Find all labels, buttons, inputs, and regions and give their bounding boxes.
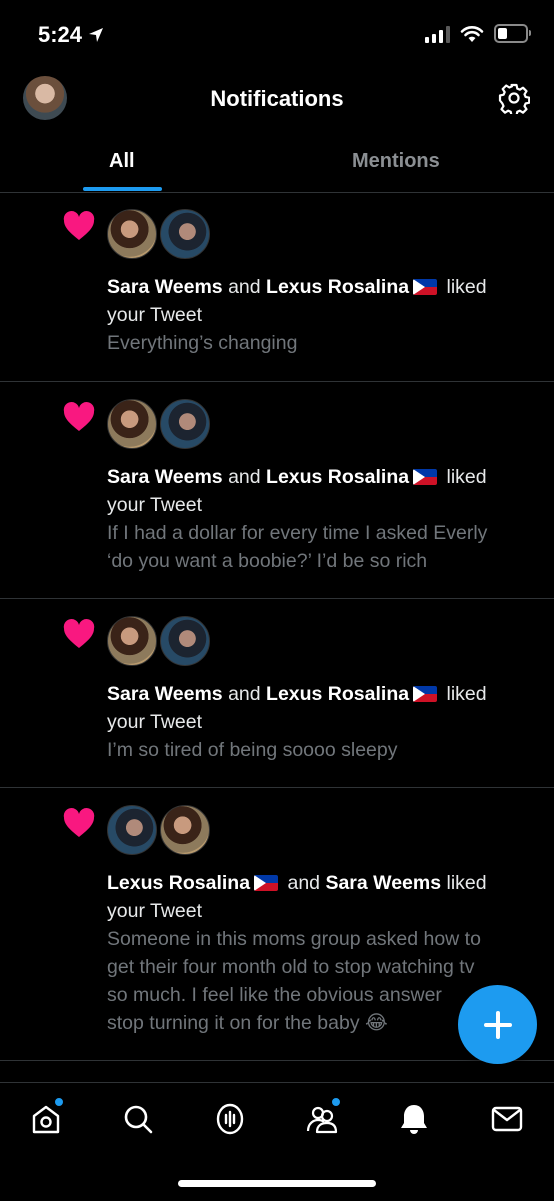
tab-bar: All Mentions bbox=[0, 140, 554, 193]
avatar-lexus-rosalina[interactable] bbox=[160, 209, 210, 259]
status-bar: 5:24 bbox=[0, 0, 554, 64]
user-name[interactable]: Sara Weems bbox=[107, 466, 223, 488]
tweet-preview-line: get their four month old to stop watchin… bbox=[107, 956, 475, 978]
tweet-preview-line: If I had a dollar for every time I asked… bbox=[107, 522, 488, 544]
wifi-icon bbox=[460, 25, 484, 42]
object-text: your Tweet bbox=[107, 900, 203, 922]
notification-text: Sara Weems and Lexus Rosalina liked your… bbox=[107, 680, 524, 764]
location-arrow-icon bbox=[89, 28, 104, 42]
philippines-flag-icon bbox=[413, 279, 438, 295]
search-icon bbox=[124, 1105, 153, 1134]
compose-tweet-button[interactable] bbox=[458, 985, 537, 1064]
notification-item[interactable]: Sara Weems and Lexus Rosalina liked your… bbox=[0, 193, 554, 382]
notification-item[interactable]: Sara Weems and Lexus Rosalina liked your… bbox=[0, 382, 554, 599]
object-text: your Tweet bbox=[107, 711, 203, 733]
header: Notifications bbox=[0, 70, 554, 128]
connector-text: and bbox=[228, 683, 261, 705]
settings-gear-icon[interactable] bbox=[498, 82, 530, 114]
user-name[interactable]: Sara Weems bbox=[107, 683, 223, 705]
nav-search[interactable] bbox=[120, 1101, 156, 1137]
battery-icon bbox=[494, 24, 531, 43]
notification-text: Sara Weems and Lexus Rosalina liked your… bbox=[107, 463, 524, 575]
plus-icon bbox=[483, 1010, 512, 1039]
notification-item[interactable]: Sara Weems and Lexus Rosalina liked your… bbox=[0, 599, 554, 788]
heart-icon bbox=[63, 808, 95, 837]
user-name[interactable]: Lexus Rosalina bbox=[266, 276, 409, 298]
nav-communities[interactable] bbox=[304, 1096, 342, 1137]
connector-text: and bbox=[228, 466, 261, 488]
user-name[interactable]: Lexus Rosalina bbox=[266, 466, 409, 488]
avatar-sara-weems[interactable] bbox=[107, 209, 157, 259]
connector-text: and bbox=[228, 276, 261, 298]
page-title: Notifications bbox=[210, 86, 344, 111]
object-text: your Tweet bbox=[107, 304, 203, 326]
object-text: your Tweet bbox=[107, 494, 203, 516]
action-text: liked bbox=[446, 872, 487, 894]
avatar-sara-weems[interactable] bbox=[107, 616, 157, 666]
heart-icon bbox=[63, 402, 95, 431]
heart-icon bbox=[63, 619, 95, 648]
status-time-text: 5:24 bbox=[38, 22, 83, 47]
philippines-flag-icon bbox=[254, 875, 279, 891]
new-content-dot bbox=[53, 1096, 65, 1108]
philippines-flag-icon bbox=[413, 469, 438, 485]
connector-text: and bbox=[287, 872, 321, 894]
heart-icon bbox=[63, 211, 95, 240]
messages-icon bbox=[491, 1106, 523, 1132]
tweet-preview-line: ‘do you want a boobie?’ I’d be so rich bbox=[107, 550, 428, 572]
avatar-sara-weems[interactable] bbox=[160, 805, 210, 855]
nav-messages[interactable] bbox=[489, 1101, 525, 1137]
avatar-lexus-rosalina[interactable] bbox=[160, 616, 210, 666]
tweet-preview-line: I’m so tired of being soooo sleepy bbox=[107, 739, 398, 761]
liker-avatars bbox=[107, 399, 210, 449]
notification-text: Sara Weems and Lexus Rosalina liked your… bbox=[107, 273, 524, 357]
new-content-dot bbox=[330, 1096, 342, 1108]
nav-notifications[interactable] bbox=[396, 1101, 432, 1137]
liker-avatars bbox=[107, 209, 210, 259]
spaces-icon bbox=[216, 1103, 244, 1135]
tweet-preview-line: so much. I feel like the obvious answer bbox=[107, 984, 442, 1006]
user-name[interactable]: Lexus Rosalina bbox=[107, 872, 250, 894]
tweet-preview-line: Everything’s changing bbox=[107, 332, 298, 354]
tweet-preview-line: Someone in this moms group asked how to bbox=[107, 928, 481, 950]
action-text: liked bbox=[446, 466, 487, 488]
avatar-lexus-rosalina[interactable] bbox=[107, 805, 157, 855]
liker-avatars bbox=[107, 805, 210, 855]
user-name[interactable]: Sara Weems bbox=[325, 872, 441, 894]
notifications-icon bbox=[401, 1105, 427, 1134]
active-tab-indicator bbox=[83, 187, 162, 191]
tab-all[interactable]: All bbox=[109, 150, 135, 173]
user-name[interactable]: Lexus Rosalina bbox=[266, 683, 409, 705]
action-text: liked bbox=[446, 683, 487, 705]
home-indicator[interactable] bbox=[178, 1180, 376, 1187]
status-icons bbox=[425, 24, 531, 43]
cellular-signal-icon bbox=[425, 25, 450, 43]
user-name[interactable]: Sara Weems bbox=[107, 276, 223, 298]
philippines-flag-icon bbox=[413, 686, 438, 702]
avatar-lexus-rosalina[interactable] bbox=[160, 399, 210, 449]
nav-home[interactable] bbox=[28, 1096, 65, 1137]
status-time: 5:24 bbox=[38, 22, 104, 48]
liker-avatars bbox=[107, 616, 210, 666]
avatar-sara-weems[interactable] bbox=[107, 399, 157, 449]
tab-mentions[interactable]: Mentions bbox=[352, 150, 440, 173]
nav-spaces[interactable] bbox=[212, 1101, 248, 1137]
action-text: liked bbox=[446, 276, 487, 298]
